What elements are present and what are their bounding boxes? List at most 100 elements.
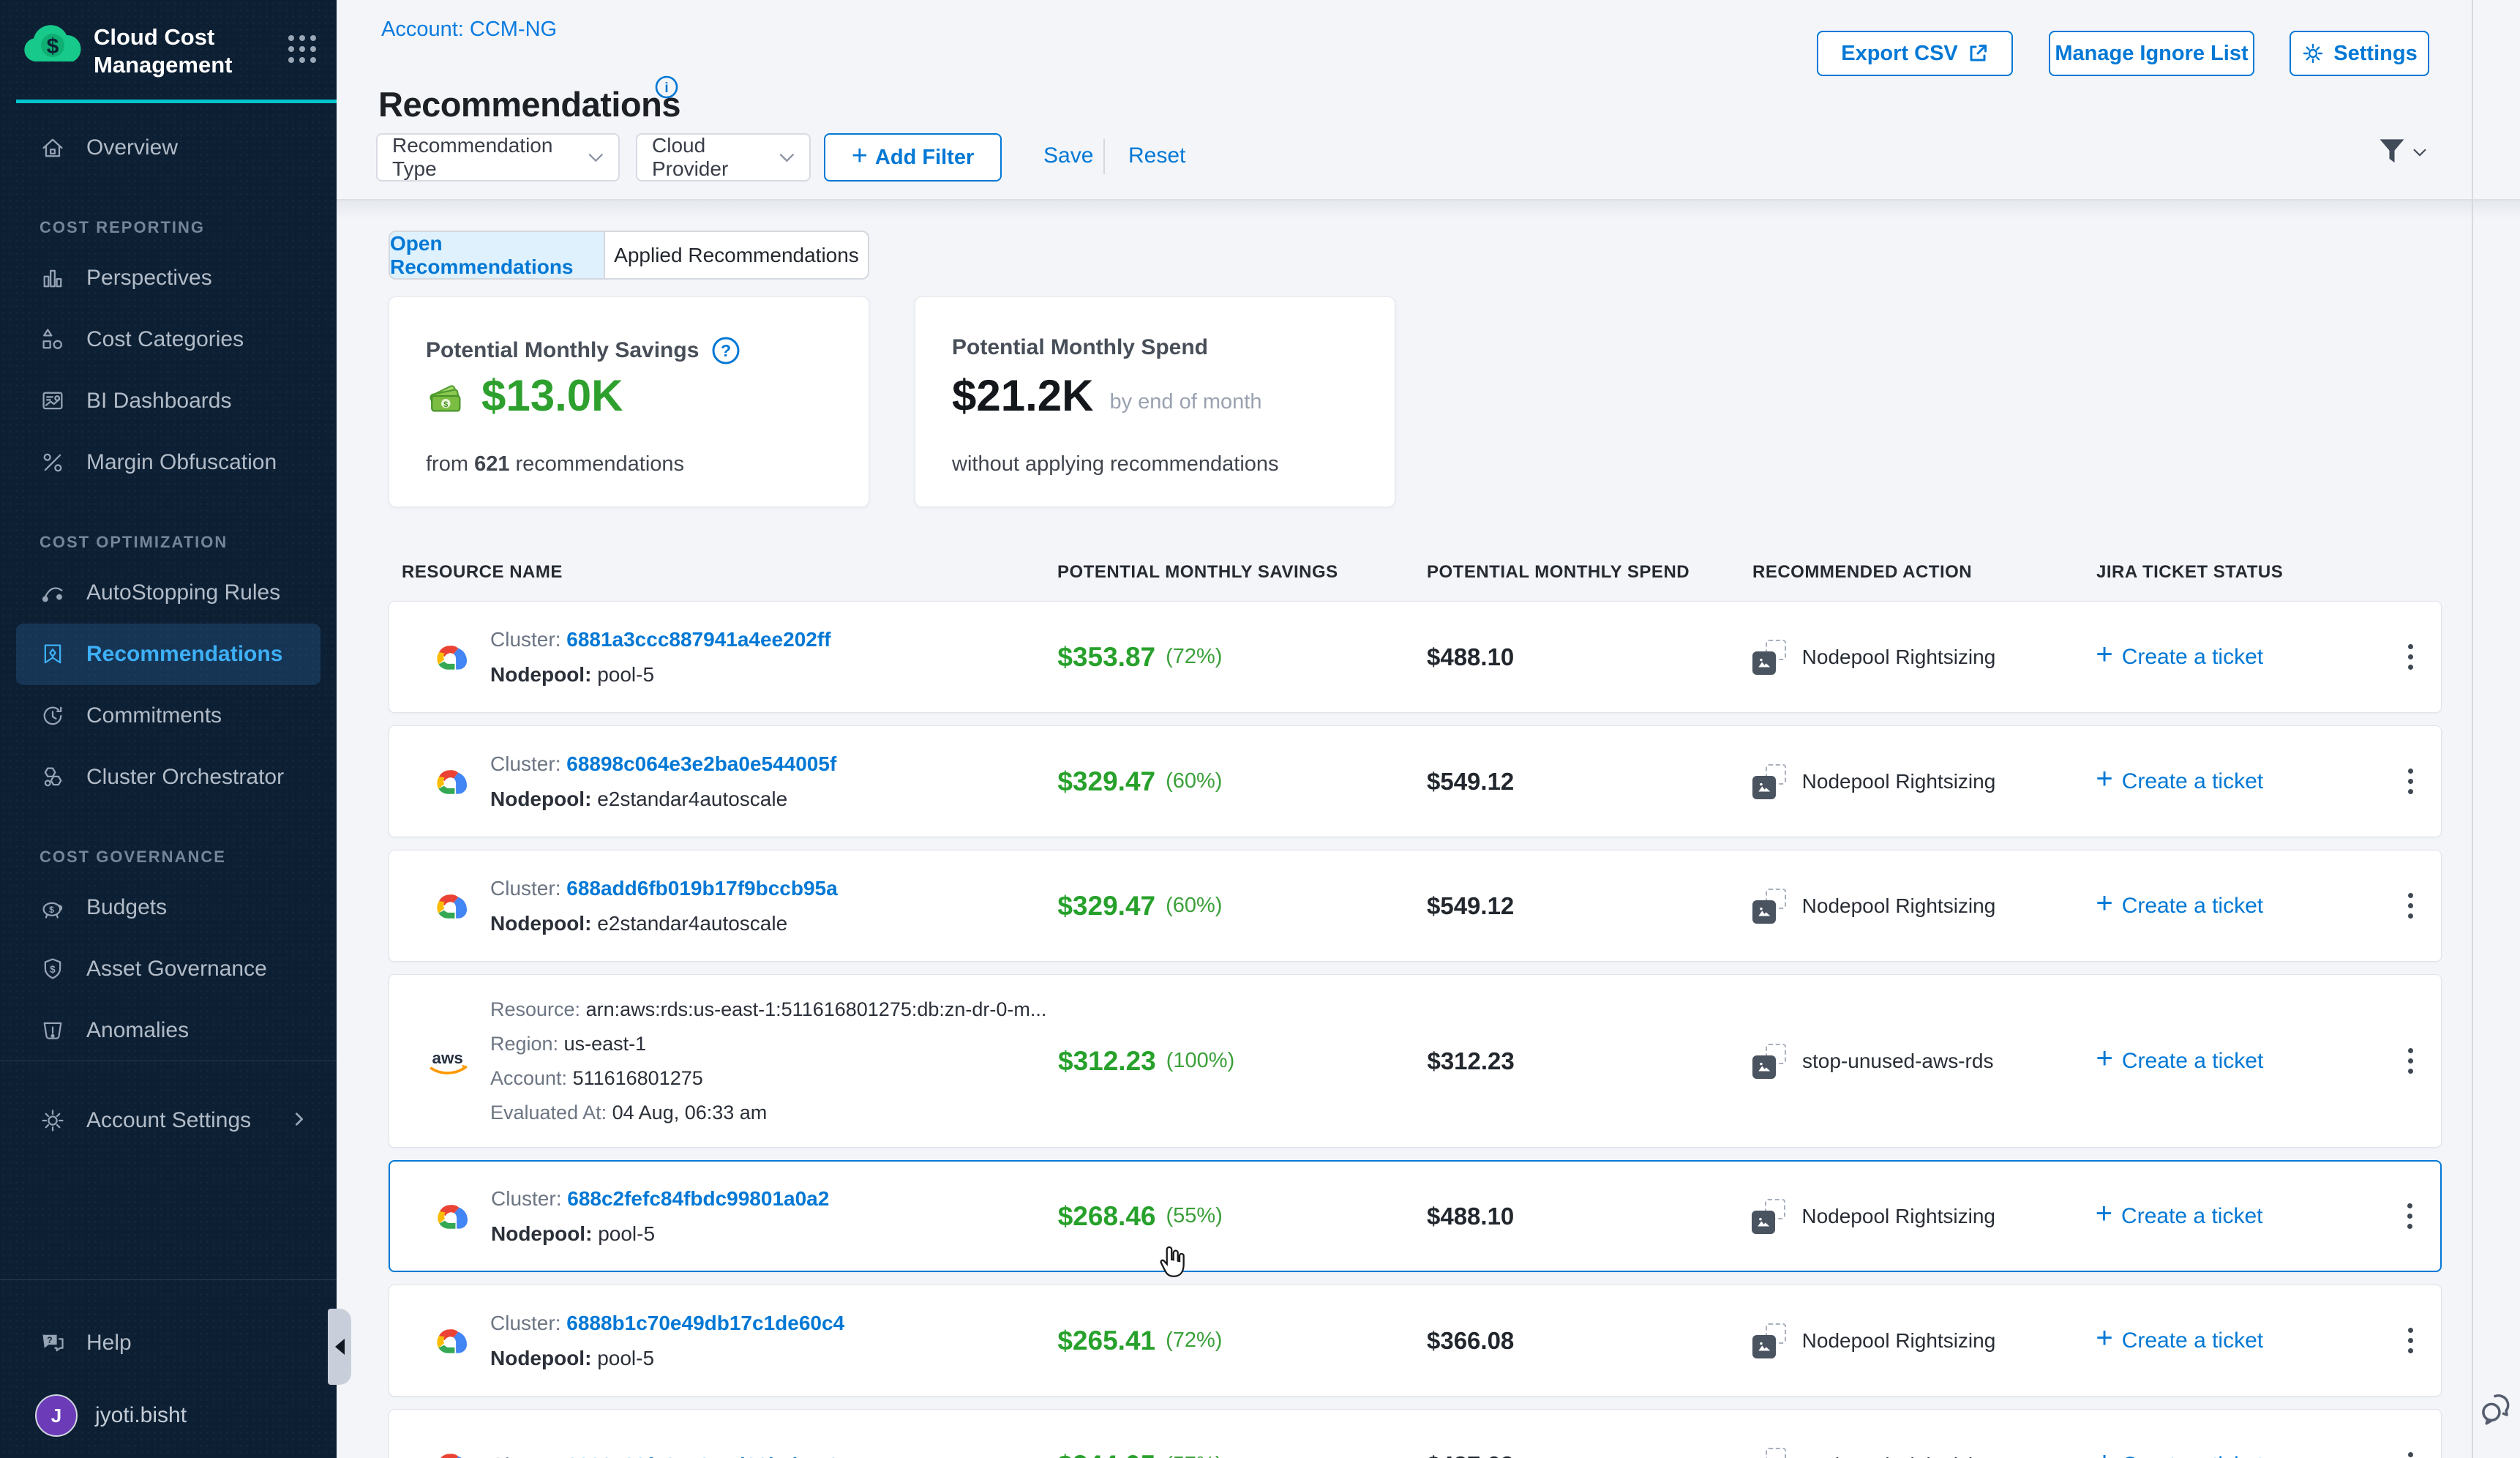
recommendation-type-dropdown[interactable]: Recommendation Type	[376, 133, 620, 182]
perspectives-icon	[38, 265, 67, 291]
divider	[1103, 139, 1105, 174]
margin-icon	[38, 449, 67, 476]
save-filter-link[interactable]: Save	[1043, 143, 1093, 168]
filter-funnel-button[interactable]	[2378, 138, 2426, 167]
sidebar-item-margin-obfuscation[interactable]: Margin Obfuscation	[0, 432, 337, 493]
savings-cell: $329.47 (60%)	[1044, 766, 1414, 797]
resource-line-label: Nodepool:	[491, 1222, 598, 1245]
main-content: Account: CCM-NG Recommendations i Export…	[337, 0, 2520, 1458]
gear-icon	[38, 1107, 67, 1134]
resource-link[interactable]: 688add6fb019b17f9bccb95a	[566, 877, 837, 900]
rightsizing-icon	[1752, 640, 1788, 675]
accent-underline	[16, 100, 337, 103]
help-chat-icon: ?	[38, 1330, 67, 1356]
sidebar-item-cluster-orchestrator[interactable]: Cluster Orchestrator	[0, 747, 337, 808]
kebab-menu-icon[interactable]	[2399, 635, 2422, 678]
sidebar-item-budgets[interactable]: $ Budgets	[0, 877, 337, 938]
settings-button[interactable]: Settings	[2290, 31, 2429, 76]
plus-icon: +	[2096, 887, 2112, 920]
sidebar-item-perspectives[interactable]: Perspectives	[0, 247, 337, 309]
table-row[interactable]: aws Resource: arn:aws:rds:us-east-1:5116…	[389, 974, 2442, 1148]
sidebar-item-account-settings[interactable]: Account Settings	[0, 1090, 337, 1151]
sidebar-item-commitments[interactable]: Commitments	[0, 685, 337, 747]
asset-governance-icon: $	[38, 956, 67, 982]
col-header-resource-name: RESOURCE NAME	[389, 562, 1044, 583]
resource-link[interactable]: 688c2fefc84fbdc99801a0a2	[567, 1187, 829, 1210]
user-menu[interactable]: J jyoti.bisht	[35, 1394, 187, 1437]
sidebar-item-anomalies[interactable]: Anomalies	[0, 1000, 337, 1061]
question-icon[interactable]: ?	[710, 335, 741, 366]
kebab-menu-icon[interactable]	[2399, 1443, 2422, 1458]
resource-link[interactable]: 6888b1c70e49db17c1de60c4	[566, 1312, 844, 1334]
add-filter-button[interactable]: + Add Filter	[824, 133, 1002, 182]
kebab-menu-icon[interactable]	[2399, 1039, 2422, 1083]
sidebar-item-recommendations[interactable]: Recommendations	[16, 624, 320, 685]
resource-link[interactable]: 6881a3ccc887941a4ee202ff	[566, 628, 830, 651]
gcp-logo-icon	[426, 764, 473, 799]
sidebar-item-overview[interactable]: Overview	[0, 117, 337, 179]
cloud-provider-dropdown[interactable]: Cloud Provider	[636, 133, 811, 182]
chat-bubbles-icon[interactable]	[2479, 1392, 2516, 1429]
savings-amount: $312.23	[1058, 1046, 1156, 1077]
plus-icon: +	[2096, 1322, 2112, 1355]
row-menu-cell	[2386, 1039, 2441, 1083]
table-row[interactable]: Cluster: 6888b1c70e49db17c1de60c4Nodepoo…	[389, 1285, 2442, 1397]
sidebar-item-cost-categories[interactable]: Cost Categories	[0, 309, 337, 370]
breadcrumb-account-link[interactable]: Account: CCM-NG	[381, 18, 557, 42]
logo-row: $ Cloud Cost Management	[0, 19, 337, 92]
sidebar-item-autostopping-rules[interactable]: AutoStopping Rules	[0, 562, 337, 624]
plus-icon: +	[2096, 638, 2112, 671]
kebab-menu-icon[interactable]	[2399, 760, 2422, 803]
create-ticket-button[interactable]: + Create a ticket	[2082, 767, 2386, 796]
kebab-menu-icon[interactable]	[2399, 1319, 2422, 1362]
export-csv-button[interactable]: Export CSV	[1817, 31, 2013, 76]
info-icon[interactable]: i	[654, 75, 679, 103]
table-row[interactable]: Cluster: 6881a3ccc887941a4ee202ffNodepoo…	[389, 601, 2442, 713]
reset-filter-link[interactable]: Reset	[1128, 143, 1185, 168]
create-ticket-button[interactable]: + Create a ticket	[2083, 1047, 2387, 1075]
spend-amount: $21.2K	[952, 370, 1093, 421]
create-ticket-button[interactable]: + Create a ticket	[2082, 1451, 2386, 1458]
table-row[interactable]: Cluster: 688c2fefc84fbdc99801a0a2Nodepoo…	[389, 1160, 2442, 1272]
table-row[interactable]: Cluster: 6886e92f59a48cad86b5b1c6 $244.0…	[389, 1409, 2442, 1458]
plus-icon: +	[2096, 1042, 2113, 1075]
create-ticket-button[interactable]: + Create a ticket	[2082, 891, 2386, 920]
create-ticket-button[interactable]: + Create a ticket	[2082, 1326, 2386, 1355]
create-ticket-button[interactable]: + Create a ticket	[2082, 1202, 2385, 1230]
plus-icon: +	[2096, 763, 2112, 796]
sidebar-item-help[interactable]: ? Help	[0, 1312, 337, 1374]
resource-line-label: Resource:	[490, 998, 586, 1020]
funnel-icon	[2378, 138, 2406, 167]
table-row[interactable]: Cluster: 688add6fb019b17f9bccb95aNodepoo…	[389, 850, 2442, 962]
sidebar-nav: Overview COST REPORTING Perspectives Cos…	[0, 117, 337, 1061]
app-title: Cloud Cost Management	[94, 23, 262, 79]
sidebar-item-bi-dashboards[interactable]: BI Dashboards	[0, 370, 337, 432]
scrollbar-track[interactable]	[2472, 0, 2473, 1458]
app-grid-icon[interactable]	[288, 35, 316, 63]
table-row[interactable]: Cluster: 68898c064e3e2ba0e544005fNodepoo…	[389, 725, 2442, 837]
resource-line-label: Nodepool:	[490, 912, 597, 935]
savings-amount: $353.87	[1057, 642, 1155, 673]
manage-ignore-list-button[interactable]: Manage Ignore List	[2049, 31, 2254, 76]
rightsizing-icon	[1752, 1044, 1788, 1079]
sidebar-collapse-handle[interactable]	[328, 1309, 351, 1385]
shadow-band	[337, 201, 2520, 220]
plus-icon: +	[852, 141, 868, 172]
recommended-action-label: Nodepool Rightsizing	[1802, 894, 1996, 918]
sidebar-divider	[0, 1279, 337, 1280]
gcp-logo-icon	[426, 640, 473, 675]
create-ticket-button[interactable]: + Create a ticket	[2082, 643, 2386, 671]
budgets-icon: $	[38, 894, 67, 921]
savings-amount: $268.46	[1058, 1201, 1156, 1232]
recommended-action-label: Nodepool Rightsizing	[1801, 1205, 1995, 1228]
kebab-menu-icon[interactable]	[2399, 1195, 2421, 1238]
recommendation-count: 621	[474, 452, 509, 476]
sidebar-item-asset-governance[interactable]: $ Asset Governance	[0, 938, 337, 1000]
kebab-menu-icon[interactable]	[2399, 884, 2422, 927]
tab-open-recommendations[interactable]: Open Recommendations	[390, 232, 604, 278]
row-menu-cell	[2386, 884, 2441, 927]
resource-link[interactable]: 68898c064e3e2ba0e544005f	[566, 752, 836, 775]
tab-applied-recommendations[interactable]: Applied Recommendations	[604, 232, 868, 278]
resource-link[interactable]: 6886e92f59a48cad86b5b1c6	[566, 1454, 839, 1458]
resource-line: Resource: arn:aws:rds:us-east-1:51161680…	[490, 992, 1046, 1027]
